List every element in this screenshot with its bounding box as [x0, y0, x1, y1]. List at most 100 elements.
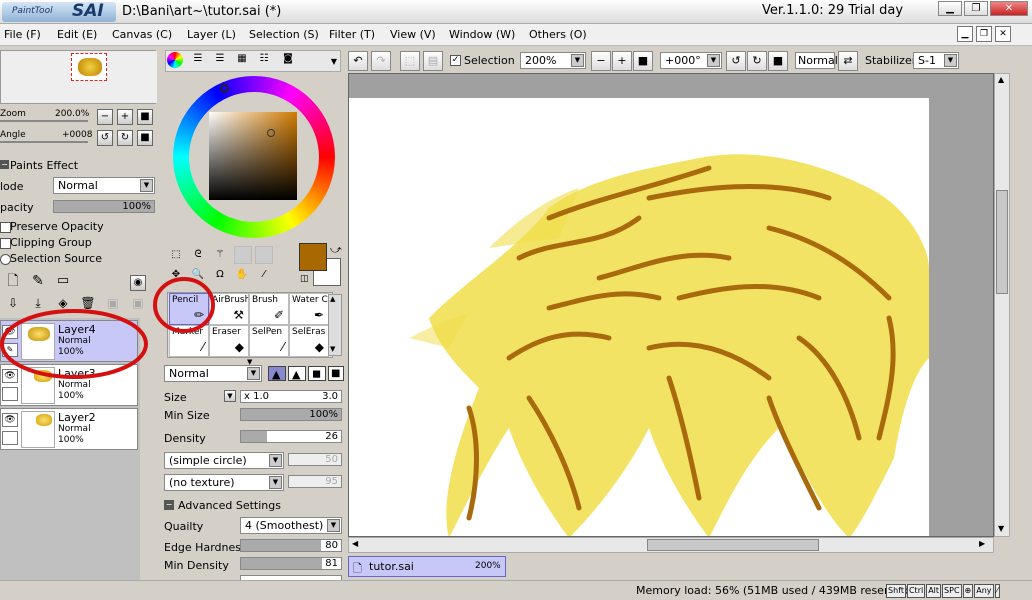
navigator-viewport[interactable] [71, 53, 107, 81]
primary-color-swatch[interactable] [299, 243, 327, 271]
menu-edit[interactable]: Edit (E) [57, 28, 97, 41]
brush-texture-dropdown[interactable]: (no texture) ▼ [164, 474, 284, 491]
min-density-slider[interactable]: 81 [240, 557, 342, 570]
marquee-tool[interactable]: ⬚ [168, 248, 184, 264]
canvas-paper[interactable] [349, 98, 929, 536]
layer-opacity-slider[interactable]: 100% [53, 200, 155, 213]
advanced-settings-header[interactable]: − Advanced Settings [164, 498, 344, 514]
quality-dropdown[interactable]: 4 (Smoothest) ▼ [240, 517, 342, 534]
stabilizer-dropdown[interactable]: S-1 ▼ [913, 52, 959, 69]
selpen-tool[interactable]: SelPen ⁄ [249, 325, 289, 357]
lock-box-icon[interactable] [2, 431, 18, 445]
zoom-slider[interactable] [0, 120, 88, 122]
canvas-blend-mode[interactable]: Normal [795, 52, 838, 69]
deselect-button[interactable]: ⬚ [400, 51, 420, 71]
angle-slider[interactable] [0, 141, 88, 143]
undo-button[interactable]: ↶ [348, 51, 368, 71]
menu-selection[interactable]: Selection (S) [249, 28, 319, 41]
color-wheel-tab[interactable] [167, 52, 183, 68]
canvas-rotate-right-button[interactable]: ↻ [747, 51, 767, 71]
doc-minimize-button[interactable]: ▁ [957, 26, 973, 42]
menu-filter[interactable]: Filter (T) [329, 28, 375, 41]
eye-icon[interactable]: 👁 [2, 413, 18, 427]
chevron-down-icon[interactable]: ▼ [998, 524, 1004, 533]
brush-shape-round[interactable]: ◼ [308, 366, 326, 381]
navigator-preview[interactable] [0, 50, 157, 104]
brush-blend-dropdown[interactable]: Normal ▼ [164, 365, 262, 382]
zoom-out-button[interactable]: − [97, 109, 113, 125]
chevron-up-icon[interactable]: ▲ [998, 75, 1004, 84]
canvas-viewport[interactable] [348, 73, 994, 537]
doc-close-button[interactable]: ✕ [995, 26, 1011, 42]
lasso-tool[interactable]: ᘓ [190, 248, 206, 264]
density-slider[interactable]: 26 [240, 430, 342, 443]
vertical-scrollbar[interactable]: ▲ ▼ [994, 73, 1010, 537]
watercolor-tool[interactable]: Water Color✒ [289, 293, 329, 325]
horizontal-scrollbar[interactable]: ◀ ▶ [348, 537, 994, 553]
redo-button[interactable]: ↷ [371, 51, 391, 71]
seleras-tool[interactable]: SelEras ◆ [289, 325, 329, 357]
menu-layer[interactable]: Layer (L) [187, 28, 236, 41]
menu-window[interactable]: Window (W) [449, 28, 515, 41]
layer-options-button[interactable]: ◉ [130, 275, 146, 291]
zoom-in-button[interactable]: + [117, 109, 133, 125]
zoom-dropdown[interactable]: 200% ▼ [520, 52, 586, 69]
canvas-zoom-in-button[interactable]: + [612, 51, 632, 71]
swatches-tab[interactable]: ▦ [234, 52, 250, 68]
zoom-reset-button[interactable]: ■ [137, 109, 153, 125]
minimize-button[interactable]: ▁ [938, 1, 962, 16]
shape-strength-slider[interactable]: 50 [288, 453, 342, 466]
sv-picker-handle[interactable] [267, 129, 275, 137]
hand-tool[interactable]: ✋ [234, 268, 250, 284]
close-button[interactable]: ✕ [990, 1, 1028, 16]
menu-view[interactable]: View (V) [390, 28, 436, 41]
palette-tab[interactable]: ◙ [280, 52, 296, 68]
canvas-rotate-reset-button[interactable]: ■ [768, 51, 788, 71]
maximize-button[interactable]: ❐ [964, 1, 988, 16]
hue-ring[interactable] [173, 76, 335, 238]
rotate-reset-button[interactable]: ■ [137, 130, 153, 146]
selection-checkbox[interactable]: ✓ [450, 55, 461, 66]
canvas-zoom-out-button[interactable]: − [591, 51, 611, 71]
size-multiplier-dropdown[interactable]: ▼ [224, 390, 236, 402]
menu-others[interactable]: Others (O) [529, 28, 587, 41]
saturation-value-square[interactable] [209, 112, 297, 200]
eyedropper-tool[interactable]: ⁄ [256, 268, 272, 284]
lock-box-icon[interactable] [2, 387, 18, 401]
rotate-left-button[interactable]: ↺ [97, 130, 113, 146]
min-size-slider[interactable]: 100% [240, 408, 342, 421]
edge-hardness-slider[interactable]: 80 [240, 539, 342, 552]
hue-picker-handle[interactable] [220, 84, 229, 93]
layer-item-layer2[interactable]: 👁 Layer2 Normal 100% [0, 408, 138, 450]
chevron-up-icon[interactable]: ▲ [330, 295, 335, 303]
canvas-rotate-left-button[interactable]: ↺ [726, 51, 746, 71]
brush-tool[interactable]: Brush ✐ [249, 293, 289, 325]
paints-effect-header[interactable]: − Paints Effect [0, 158, 160, 174]
flip-horizontal-button[interactable]: ⇄ [838, 51, 858, 71]
magic-wand-tool[interactable]: ⚚ [212, 248, 228, 264]
transparent-color-icon[interactable]: ◫ [300, 274, 309, 284]
color-panel-menu-button[interactable]: ▼ [328, 55, 340, 67]
size-slider[interactable]: x 1.0 3.0 [240, 390, 342, 403]
rgb-slider-tab[interactable]: ☰ [190, 52, 206, 68]
menu-file[interactable]: File (F) [4, 28, 41, 41]
hsv-slider-tab[interactable]: ☰ [212, 52, 228, 68]
brush-shape-dropdown[interactable]: (simple circle) ▼ [164, 452, 284, 469]
scratchpad-tab[interactable]: ☷ [256, 52, 272, 68]
chevron-down-icon[interactable]: ▼ [330, 345, 335, 353]
new-linework-layer-button[interactable]: ✎ [30, 274, 46, 290]
layer-mode-dropdown[interactable]: Normal ▼ [53, 177, 155, 194]
doc-restore-button[interactable]: ❐ [976, 26, 992, 42]
brush-shape-soft[interactable]: ▲ [288, 366, 306, 381]
brush-shape-sharp[interactable]: ▲ [268, 366, 286, 381]
texture-strength-slider[interactable]: 95 [288, 475, 342, 488]
invert-selection-button[interactable]: ▤ [423, 51, 443, 71]
tool-grid-scrollbar[interactable]: ▲ ▼ [328, 294, 342, 356]
angle-dropdown[interactable]: +000° ▼ [660, 52, 722, 69]
chevron-left-icon[interactable]: ◀ [352, 539, 358, 548]
brush-shape-flat[interactable]: ■ [328, 366, 344, 381]
canvas-zoom-reset-button[interactable]: ■ [633, 51, 653, 71]
vertical-scroll-thumb[interactable] [996, 190, 1008, 294]
horizontal-scroll-thumb[interactable] [647, 539, 819, 551]
chevron-right-icon[interactable]: ▶ [979, 539, 985, 548]
